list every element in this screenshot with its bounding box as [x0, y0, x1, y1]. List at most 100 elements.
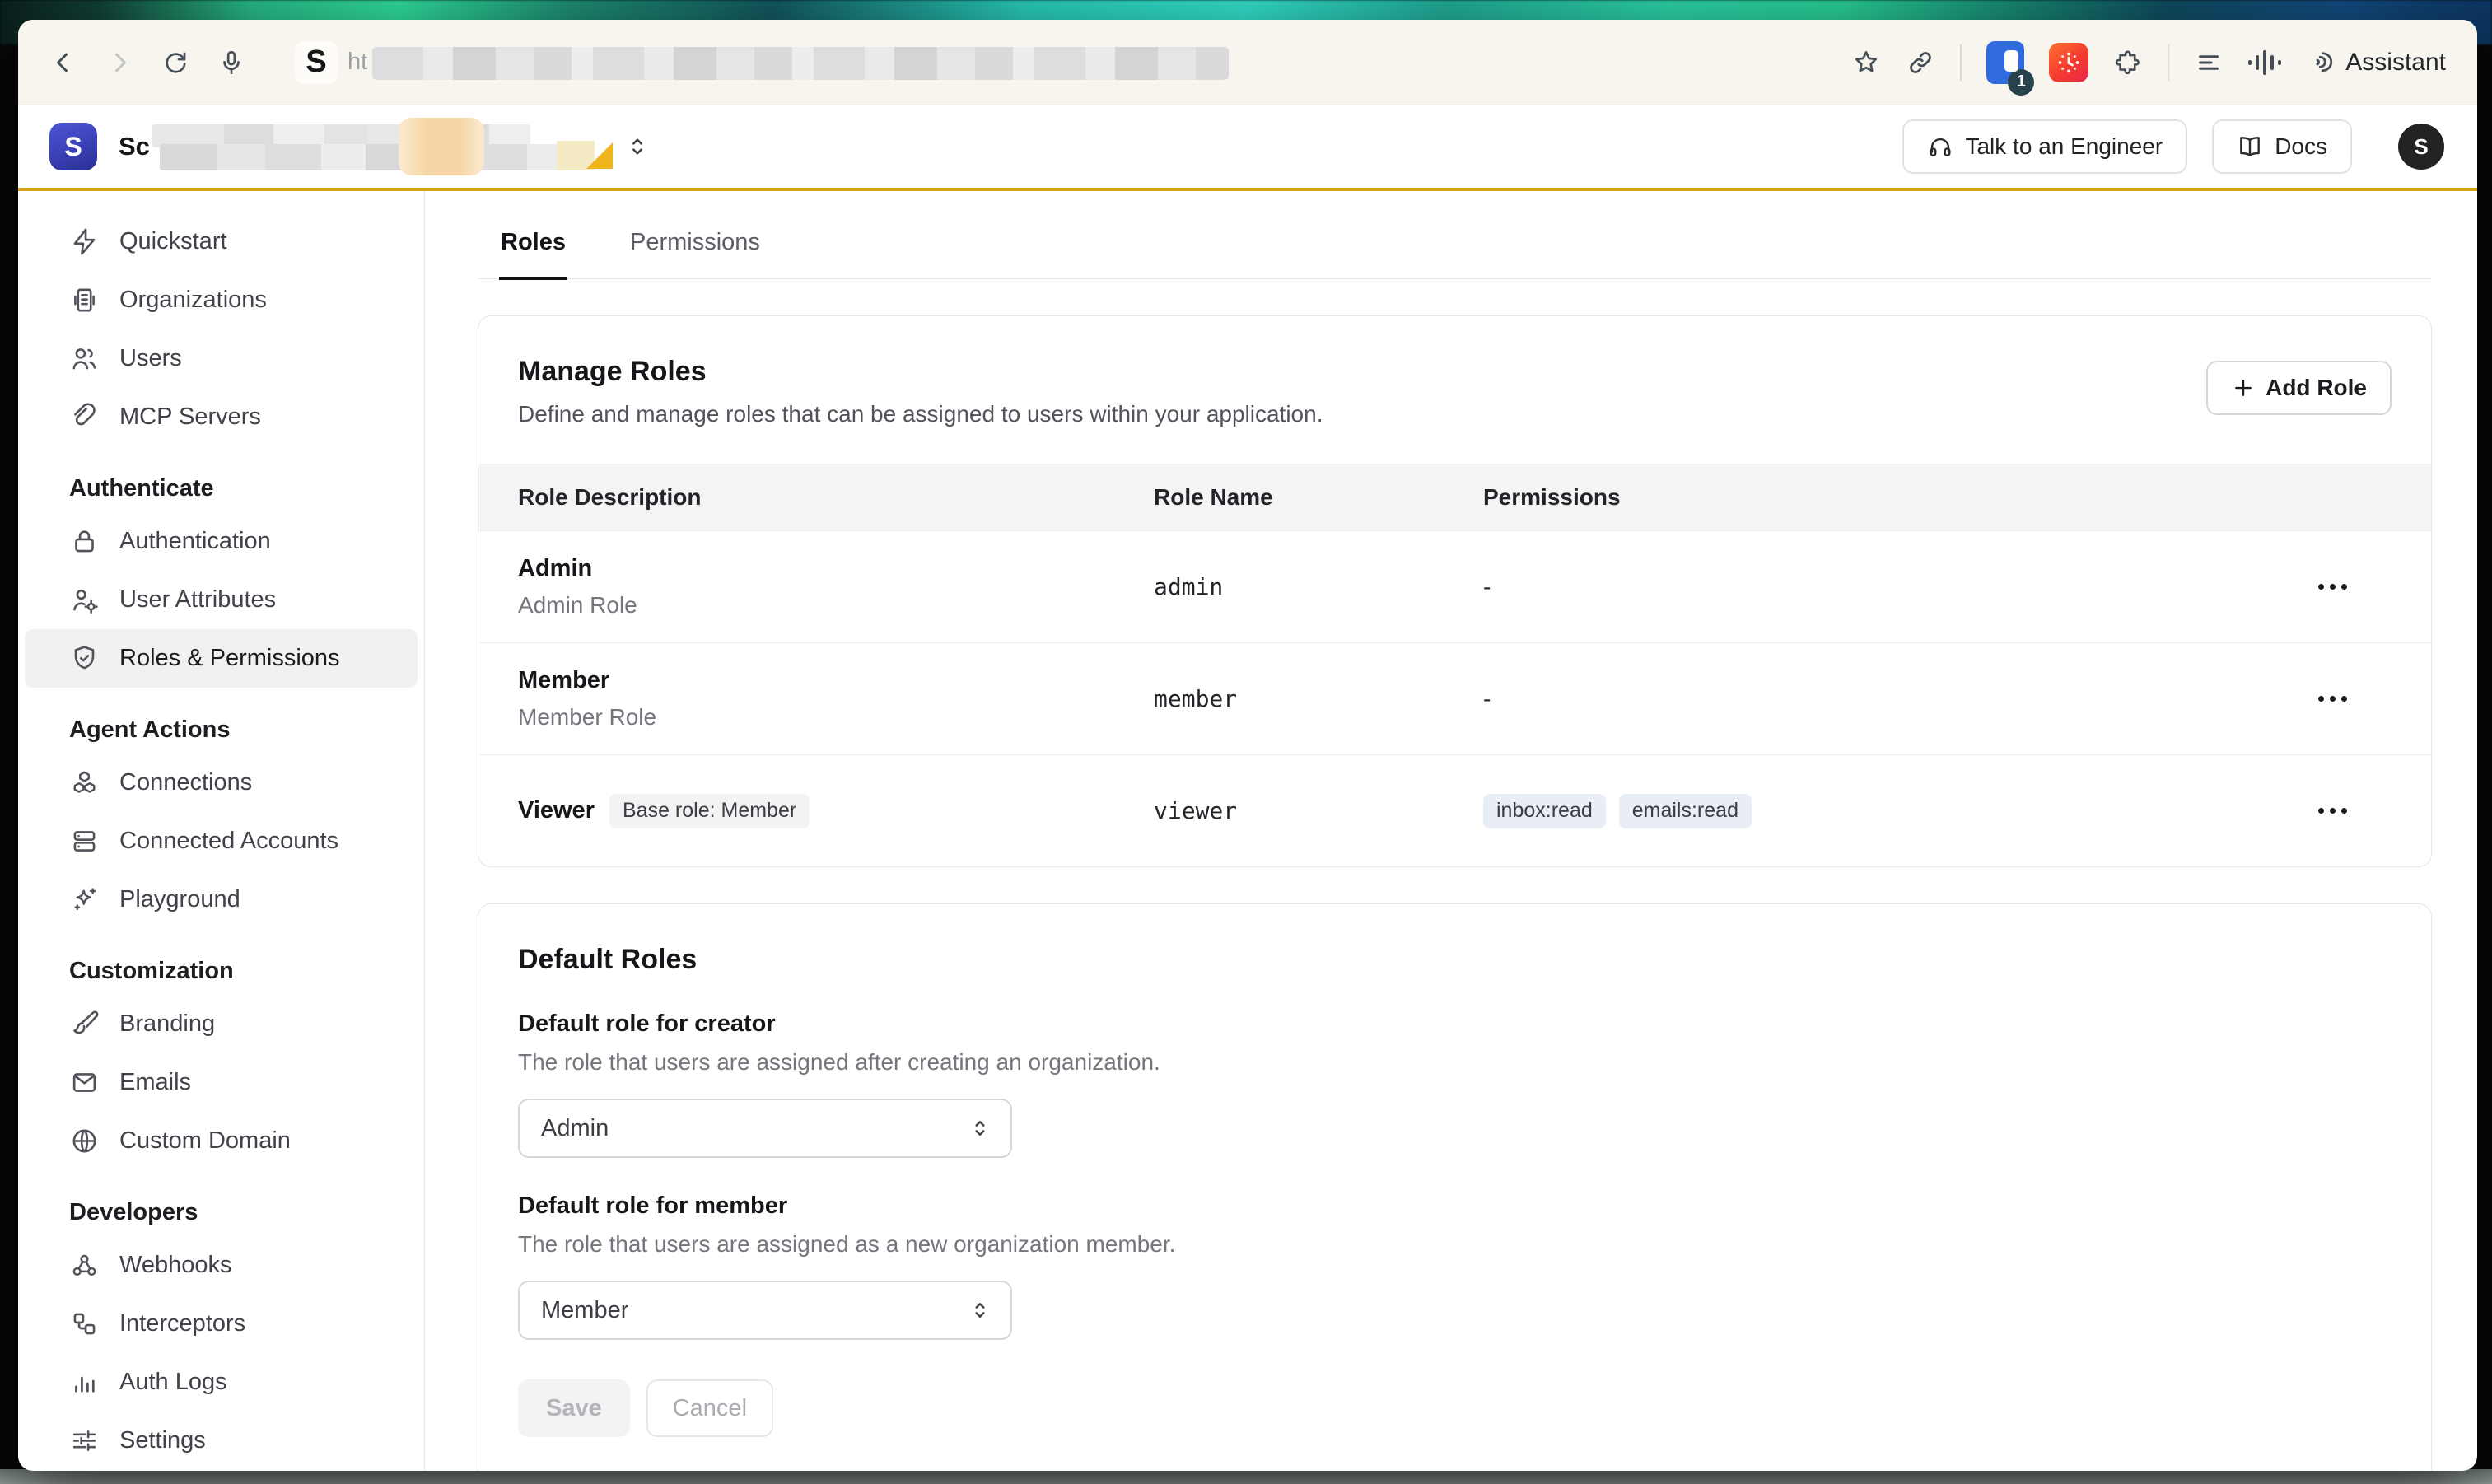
creator-role-select[interactable]: Admin: [518, 1099, 1012, 1158]
interceptors-icon: [69, 1309, 100, 1339]
save-button[interactable]: Save: [518, 1379, 630, 1437]
sidebar-item-authentication[interactable]: Authentication: [25, 512, 418, 571]
sidebar-item-connections[interactable]: Connections: [25, 754, 418, 812]
workspace-selector[interactable]: Sc: [119, 123, 651, 170]
sidebar: Quickstart Organizations Users MCP Serve…: [18, 191, 425, 1471]
role-title: Member: [518, 667, 1154, 694]
sidebar-item-mcp-servers[interactable]: MCP Servers: [25, 388, 418, 446]
url-text[interactable]: ht: [348, 49, 367, 76]
sidebar-item-custom-domain[interactable]: Custom Domain: [25, 1112, 418, 1170]
microphone-icon[interactable]: [217, 49, 245, 77]
desktop-wallpaper-bottom: [0, 1469, 2492, 1484]
role-subtitle: Admin Role: [518, 592, 1154, 618]
talk-to-engineer-button[interactable]: Talk to an Engineer: [1902, 119, 2187, 174]
permission-chip: inbox:read: [1483, 794, 1606, 828]
users-icon: [69, 343, 100, 374]
sidebar-item-roles-permissions[interactable]: Roles & Permissions: [25, 629, 418, 688]
warning-triangle-icon: [586, 142, 613, 169]
cancel-button[interactable]: Cancel: [646, 1379, 773, 1437]
default-roles-card: Default Roles Default role for creator T…: [478, 903, 2432, 1471]
bar-chart-icon: [69, 1367, 100, 1398]
permissions-empty: -: [1483, 686, 2266, 712]
row-actions-menu[interactable]: [2307, 684, 2359, 713]
docs-button[interactable]: Docs: [2212, 119, 2352, 174]
reload-icon[interactable]: [161, 49, 189, 77]
tab-roles[interactable]: Roles: [499, 229, 567, 278]
forward-icon[interactable]: [105, 49, 133, 77]
mail-icon: [69, 1067, 100, 1098]
sidebar-section-agent-actions: Agent Actions: [18, 706, 424, 754]
sidebar-item-branding[interactable]: Branding: [25, 995, 418, 1053]
password-extension-icon[interactable]: 1: [1986, 41, 2024, 84]
default-roles-title: Default Roles: [518, 944, 2392, 976]
sidebar-section-authenticate: Authenticate: [18, 464, 424, 512]
sidebar-item-auth-logs[interactable]: Auth Logs: [25, 1353, 418, 1412]
manage-roles-card: Manage Roles Define and manage roles tha…: [478, 315, 2432, 867]
app-header: S Sc Talk to an Engineer Docs S: [18, 105, 2477, 188]
zap-icon: [69, 226, 100, 257]
mcp-icon: [69, 402, 100, 432]
shield-check-icon: [69, 643, 100, 674]
sidebar-item-users[interactable]: Users: [25, 329, 418, 388]
roles-table-header: Role Description Role Name Permissions: [478, 464, 2431, 530]
creator-role-label: Default role for creator: [518, 1010, 2392, 1038]
sidebar-item-settings[interactable]: Settings: [25, 1412, 418, 1470]
copy-link-icon[interactable]: [1906, 48, 1935, 77]
sidebar-item-interceptors[interactable]: Interceptors: [25, 1295, 418, 1353]
bookmark-star-icon[interactable]: [1851, 48, 1881, 77]
lock-icon: [69, 526, 100, 557]
sidebar-item-connected-accounts[interactable]: Connected Accounts: [25, 812, 418, 870]
redacted-workspace-name: [152, 123, 609, 170]
role-name: admin: [1154, 573, 1483, 600]
user-avatar[interactable]: S: [2398, 124, 2444, 170]
plus-icon: [2231, 376, 2256, 400]
app-logo: S: [49, 123, 97, 170]
assistant-button[interactable]: Assistant: [2306, 48, 2446, 77]
redacted-url: [372, 47, 1229, 80]
sliders-icon: [69, 1426, 100, 1456]
workspace-name: Sc: [119, 132, 150, 161]
member-role-label: Default role for member: [518, 1192, 2392, 1220]
sidebar-item-user-attributes[interactable]: User Attributes: [25, 571, 418, 629]
sidebar-item-webhooks[interactable]: Webhooks: [25, 1236, 418, 1295]
webhook-icon: [69, 1250, 100, 1281]
row-actions-menu[interactable]: [2307, 796, 2359, 825]
voice-waveform-icon[interactable]: [2248, 50, 2281, 75]
column-role-name: Role Name: [1154, 484, 1483, 511]
creator-role-description: The role that users are assigned after c…: [518, 1049, 2392, 1076]
permission-chip: emails:read: [1619, 794, 1752, 828]
back-icon[interactable]: [49, 49, 77, 77]
globe-icon: [69, 1126, 100, 1156]
sidebar-item-playground[interactable]: Playground: [25, 870, 418, 929]
role-name: viewer: [1154, 797, 1483, 824]
main-content: Roles Permissions Manage Roles Define an…: [425, 191, 2477, 1471]
tab-permissions[interactable]: Permissions: [628, 229, 762, 278]
manage-roles-description: Define and manage roles that can be assi…: [518, 401, 1323, 427]
site-favicon: S: [295, 41, 338, 84]
extension-badge: 1: [2008, 69, 2034, 96]
user-gear-icon: [69, 585, 100, 615]
toolbar-divider: [2168, 44, 2169, 81]
extensions-puzzle-icon[interactable]: [2113, 48, 2143, 77]
member-role-select[interactable]: Member: [518, 1281, 1012, 1340]
assistant-label: Assistant: [2345, 49, 2446, 77]
role-name: member: [1154, 685, 1483, 712]
sidebar-item-emails[interactable]: Emails: [25, 1053, 418, 1112]
browser-toolbar: S ht 1 Assistant: [18, 20, 2477, 105]
clock-extension-icon[interactable]: [2049, 43, 2088, 82]
sidebar-item-organizations[interactable]: Organizations: [25, 271, 418, 329]
add-role-button[interactable]: Add Role: [2206, 361, 2392, 415]
organization-icon: [69, 285, 100, 315]
reader-lines-icon[interactable]: [2194, 48, 2224, 77]
table-row-viewer: Viewer Base role: Member viewer inbox:re…: [478, 754, 2431, 866]
server-rows-icon: [69, 826, 100, 856]
paintbrush-icon: [69, 1009, 100, 1039]
role-title: Viewer: [518, 797, 595, 824]
sidebar-item-quickstart[interactable]: Quickstart: [25, 212, 418, 271]
member-role-description: The role that users are assigned as a ne…: [518, 1231, 2392, 1258]
headphones-icon: [1927, 133, 1953, 160]
browser-window: S ht 1 Assistant S: [18, 20, 2477, 1471]
chevrons-up-down-icon: [624, 133, 651, 160]
sidebar-section-customization: Customization: [18, 947, 424, 995]
row-actions-menu[interactable]: [2307, 572, 2359, 601]
